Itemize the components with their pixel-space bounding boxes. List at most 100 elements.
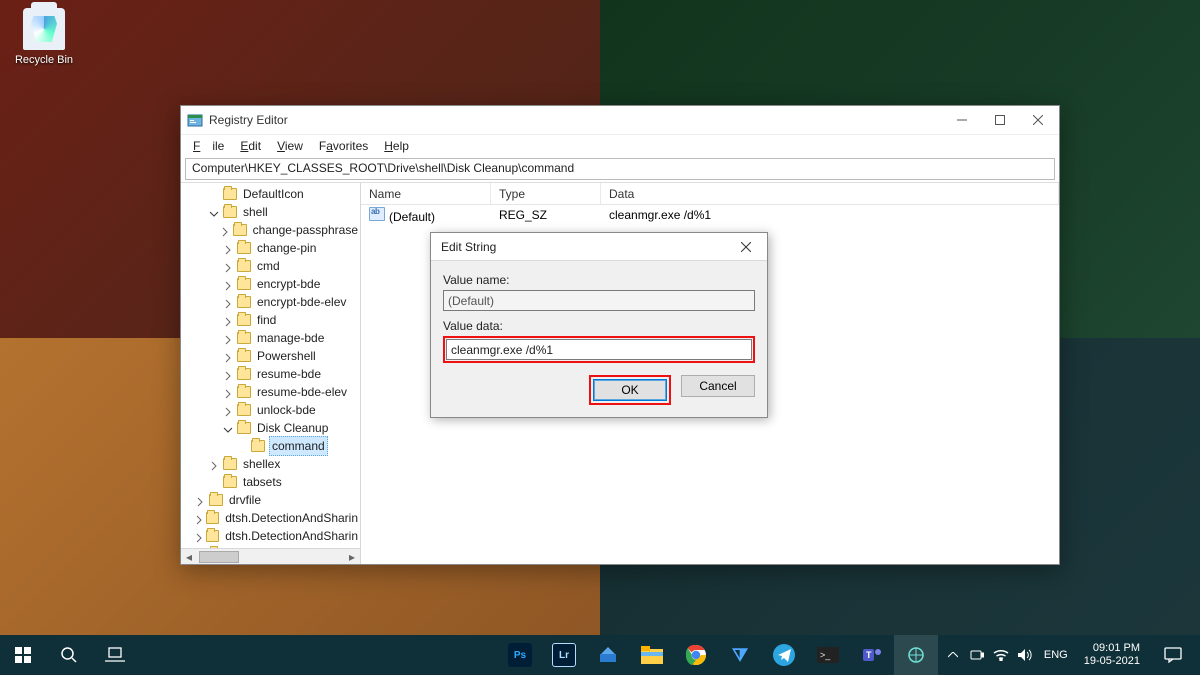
dialog-close-button[interactable] <box>729 235 763 259</box>
app-terminal[interactable]: >_ <box>806 635 850 675</box>
column-type[interactable]: Type <box>491 183 601 204</box>
tray-clock[interactable]: 09:01 PM 19-05-2021 <box>1078 642 1146 668</box>
tree-horizontal-scrollbar[interactable]: ◂ ▸ <box>181 548 360 564</box>
tree-item-drvfile[interactable]: drvfile <box>181 491 360 509</box>
chevron-right-icon[interactable] <box>223 350 235 362</box>
app-file-explorer[interactable] <box>630 635 674 675</box>
tree-item-encrypt-bde-elev[interactable]: encrypt-bde-elev <box>181 293 360 311</box>
folder-icon <box>237 314 251 326</box>
tray-chevron-up-icon[interactable] <box>944 646 962 664</box>
task-view-button[interactable] <box>92 635 138 675</box>
chevron-right-icon[interactable] <box>220 224 231 236</box>
chevron-right-icon[interactable] <box>223 404 235 416</box>
folder-icon <box>223 188 237 200</box>
app-vscode[interactable]: ⧩ <box>718 635 762 675</box>
tree-item-label: cmd <box>255 257 282 275</box>
tree-item-label: drvfile <box>227 491 263 509</box>
ok-button[interactable]: OK <box>593 379 667 401</box>
folder-icon <box>237 242 251 254</box>
value-data-input[interactable] <box>446 339 752 360</box>
tree-item-encrypt-bde[interactable]: encrypt-bde <box>181 275 360 293</box>
scroll-thumb[interactable] <box>199 551 239 563</box>
app-lightroom[interactable]: Lr <box>542 635 586 675</box>
tree-item-change-passphrase[interactable]: change-passphrase <box>181 221 360 239</box>
titlebar[interactable]: Registry Editor <box>181 106 1059 134</box>
tree-item-cmd[interactable]: cmd <box>181 257 360 275</box>
tree-item-resume-bde[interactable]: resume-bde <box>181 365 360 383</box>
close-button[interactable] <box>1019 106 1057 134</box>
tree-item-disk-cleanup[interactable]: Disk Cleanup <box>181 419 360 437</box>
tree-item-dtsh-detectionandsharin[interactable]: dtsh.DetectionAndSharin <box>181 509 360 527</box>
cancel-button[interactable]: Cancel <box>681 375 755 397</box>
tree-item-label: tabsets <box>241 473 284 491</box>
scroll-right-icon[interactable]: ▸ <box>344 549 360 565</box>
start-button[interactable] <box>0 635 46 675</box>
column-data[interactable]: Data <box>601 183 1059 204</box>
chevron-down-icon[interactable] <box>223 422 235 434</box>
tray-wifi-icon[interactable] <box>992 646 1010 664</box>
menu-help[interactable]: Help <box>378 137 415 155</box>
edit-string-dialog: Edit String Value name: Value data: OK C… <box>430 232 768 418</box>
chevron-right-icon[interactable] <box>223 296 235 308</box>
chevron-right-icon[interactable] <box>195 494 207 506</box>
menu-edit[interactable]: Edit <box>234 137 267 155</box>
address-bar[interactable]: Computer\HKEY_CLASSES_ROOT\Drive\shell\D… <box>185 158 1055 180</box>
list-header[interactable]: Name Type Data <box>361 183 1059 205</box>
chevron-right-icon[interactable] <box>223 314 235 326</box>
tree-item-shell[interactable]: shell <box>181 203 360 221</box>
tree-item-defaulticon[interactable]: DefaultIcon <box>181 185 360 203</box>
chevron-right-icon[interactable] <box>209 458 221 470</box>
app-active[interactable] <box>894 635 938 675</box>
chevron-down-icon[interactable] <box>209 206 221 218</box>
tray-language[interactable]: ENG <box>1040 649 1072 661</box>
search-button[interactable] <box>46 635 92 675</box>
recycle-bin[interactable]: Recycle Bin <box>12 8 76 66</box>
menu-view[interactable]: View <box>271 137 309 155</box>
tree-item-label: shellex <box>241 455 282 473</box>
window-title: Registry Editor <box>209 113 288 127</box>
maximize-button[interactable] <box>981 106 1019 134</box>
chevron-right-icon[interactable] <box>223 332 235 344</box>
value-name-input[interactable] <box>443 290 755 311</box>
tree-item-command[interactable]: command <box>181 437 360 455</box>
tree-item-label: manage-bde <box>255 329 326 347</box>
tree-item-powershell[interactable]: Powershell <box>181 347 360 365</box>
app-chrome[interactable] <box>674 635 718 675</box>
tree-item-dtsh-detectionandsharin[interactable]: dtsh.DetectionAndSharin <box>181 527 360 545</box>
column-name[interactable]: Name <box>361 183 491 204</box>
list-row[interactable]: (Default) REG_SZ cleanmgr.exe /d%1 <box>361 205 1059 225</box>
tree-item-shellex[interactable]: shellex <box>181 455 360 473</box>
chevron-right-icon[interactable] <box>194 512 205 524</box>
tray-power-icon[interactable] <box>968 646 986 664</box>
chevron-right-icon[interactable] <box>223 368 235 380</box>
tree-item-label: change-passphrase <box>251 221 360 239</box>
chevron-right-icon[interactable] <box>223 242 235 254</box>
app-generic-blue[interactable] <box>586 635 630 675</box>
system-tray: ENG 09:01 PM 19-05-2021 <box>944 635 1200 675</box>
tray-volume-icon[interactable] <box>1016 646 1034 664</box>
folder-icon <box>209 494 223 506</box>
tree-item-resume-bde-elev[interactable]: resume-bde-elev <box>181 383 360 401</box>
chevron-right-icon[interactable] <box>194 530 205 542</box>
tree-item-label: Powershell <box>255 347 318 365</box>
menu-file[interactable]: File <box>187 137 230 155</box>
app-photoshop[interactable]: Ps <box>498 635 542 675</box>
dialog-titlebar[interactable]: Edit String <box>431 233 767 261</box>
tree-item-change-pin[interactable]: change-pin <box>181 239 360 257</box>
tree-nav[interactable]: DefaultIconshellchange-passphrasechange-… <box>181 183 361 564</box>
app-teams[interactable]: T <box>850 635 894 675</box>
app-telegram[interactable] <box>762 635 806 675</box>
tree-item-tabsets[interactable]: tabsets <box>181 473 360 491</box>
tree-item-find[interactable]: find <box>181 311 360 329</box>
menu-favorites[interactable]: Favorites <box>313 137 374 155</box>
chevron-right-icon[interactable] <box>223 386 235 398</box>
chevron-right-icon[interactable] <box>223 260 235 272</box>
action-center-button[interactable] <box>1152 635 1194 675</box>
regedit-icon <box>187 112 203 128</box>
tree-item-manage-bde[interactable]: manage-bde <box>181 329 360 347</box>
folder-icon <box>237 422 251 434</box>
scroll-left-icon[interactable]: ◂ <box>181 549 197 565</box>
chevron-right-icon[interactable] <box>223 278 235 290</box>
tree-item-unlock-bde[interactable]: unlock-bde <box>181 401 360 419</box>
minimize-button[interactable] <box>943 106 981 134</box>
